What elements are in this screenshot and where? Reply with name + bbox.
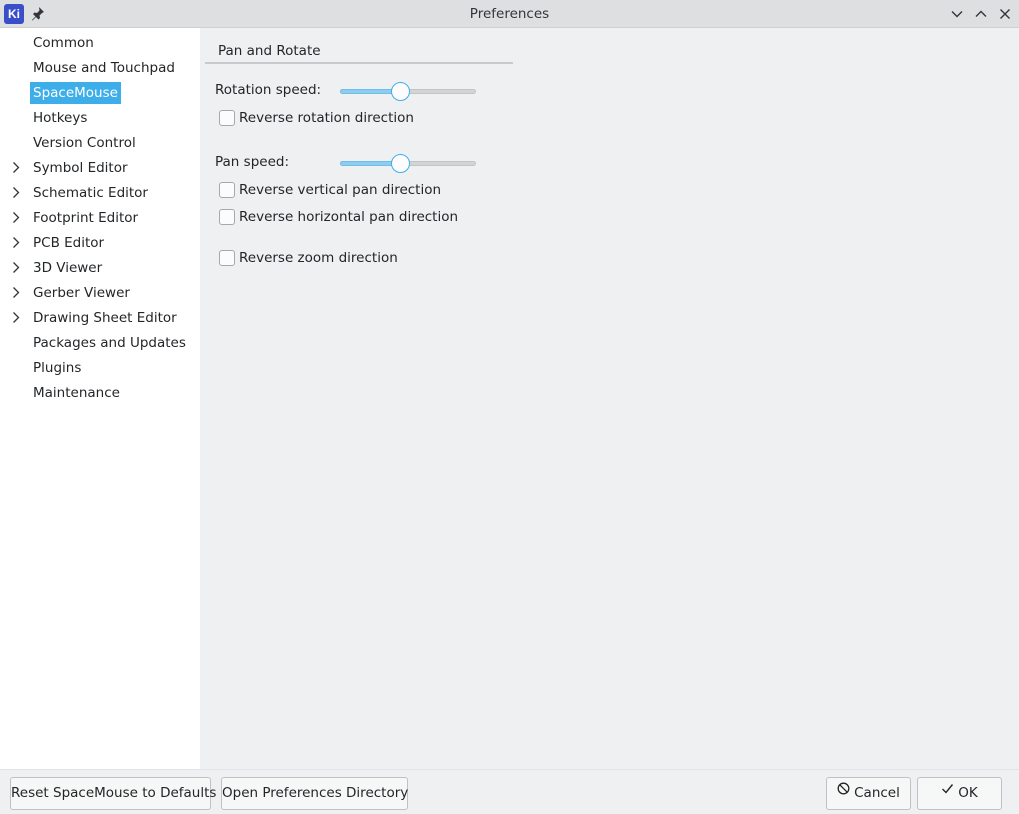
sidebar-item-pcb-editor[interactable]: PCB Editor bbox=[0, 230, 200, 255]
pan-speed-slider[interactable] bbox=[340, 152, 476, 174]
sidebar-item-common[interactable]: Common bbox=[0, 30, 200, 55]
sidebar-item-3d-viewer[interactable]: 3D Viewer bbox=[0, 255, 200, 280]
sidebar-item-label: Drawing Sheet Editor bbox=[33, 310, 177, 326]
sidebar-item-label: Common bbox=[33, 35, 94, 51]
chevron-down-icon bbox=[951, 11, 963, 18]
sidebar-item-version-control[interactable]: Version Control bbox=[0, 130, 200, 155]
chevron-right-icon[interactable] bbox=[10, 161, 22, 174]
close-button[interactable] bbox=[997, 6, 1013, 22]
sidebar-item-label: Symbol Editor bbox=[33, 160, 128, 176]
cancel-button[interactable]: Cancel bbox=[826, 777, 911, 810]
sidebar-item-label: Packages and Updates bbox=[33, 335, 186, 351]
open-preferences-directory-label: Open Preferences Directory bbox=[222, 785, 409, 801]
sidebar-item-drawing-sheet-editor[interactable]: Drawing Sheet Editor bbox=[0, 305, 200, 330]
sidebar-item-label: Maintenance bbox=[33, 385, 120, 401]
section-title: Pan and Rotate bbox=[218, 43, 321, 59]
checkmark-icon bbox=[941, 776, 954, 807]
sidebar-item-plugins[interactable]: Plugins bbox=[0, 355, 200, 380]
sidebar-item-label: Plugins bbox=[33, 360, 82, 376]
window-title: Preferences bbox=[469, 6, 550, 22]
reverse-zoom-label[interactable]: Reverse zoom direction bbox=[239, 248, 398, 268]
sidebar-item-spacemouse[interactable]: SpaceMouse bbox=[0, 80, 200, 105]
chevron-right-icon[interactable] bbox=[10, 261, 22, 274]
spacemouse-panel: Pan and Rotate Rotation speed: Reverse r… bbox=[200, 28, 1019, 769]
sidebar-item-schematic-editor[interactable]: Schematic Editor bbox=[0, 180, 200, 205]
chevron-right-icon[interactable] bbox=[10, 286, 22, 299]
slider-handle[interactable] bbox=[391, 82, 410, 101]
chevron-up-icon bbox=[975, 10, 987, 17]
maximize-button[interactable] bbox=[973, 6, 989, 22]
ok-button[interactable]: OK bbox=[917, 777, 1002, 810]
sidebar-item-footprint-editor[interactable]: Footprint Editor bbox=[0, 205, 200, 230]
sidebar-item-label: Schematic Editor bbox=[33, 185, 148, 201]
sidebar-item-gerber-viewer[interactable]: Gerber Viewer bbox=[0, 280, 200, 305]
open-preferences-directory-button[interactable]: Open Preferences Directory bbox=[221, 777, 408, 810]
reverse-horizontal-pan-checkbox[interactable] bbox=[219, 209, 235, 225]
reverse-zoom-checkbox[interactable] bbox=[219, 250, 235, 266]
ok-label: OK bbox=[958, 785, 978, 801]
sidebar-item-label: PCB Editor bbox=[33, 235, 105, 251]
rotation-speed-slider[interactable] bbox=[340, 80, 476, 102]
sidebar-item-packages-and-updates[interactable]: Packages and Updates bbox=[0, 330, 200, 355]
reverse-horizontal-pan-label[interactable]: Reverse horizontal pan direction bbox=[239, 207, 458, 227]
reverse-rotation-label[interactable]: Reverse rotation direction bbox=[239, 108, 414, 128]
sidebar-item-label: Gerber Viewer bbox=[33, 285, 130, 301]
chevron-right-icon[interactable] bbox=[10, 211, 22, 224]
reset-defaults-label: Reset SpaceMouse to Defaults bbox=[11, 785, 217, 801]
minimize-button[interactable] bbox=[949, 6, 965, 22]
sidebar-item-label: Mouse and Touchpad bbox=[33, 60, 175, 76]
chevron-right-icon[interactable] bbox=[10, 311, 22, 324]
reset-defaults-button[interactable]: Reset SpaceMouse to Defaults bbox=[10, 777, 216, 810]
preferences-tree[interactable]: Common Mouse and Touchpad SpaceMouse Hotkey… bbox=[0, 28, 200, 769]
reverse-rotation-checkbox[interactable] bbox=[219, 110, 235, 126]
rotation-speed-label: Rotation speed: bbox=[215, 82, 322, 98]
reverse-vertical-pan-label[interactable]: Reverse vertical pan direction bbox=[239, 180, 441, 200]
close-icon bbox=[1000, 9, 1010, 19]
sidebar-item-label: Footprint Editor bbox=[33, 210, 139, 226]
dialog-footer: Reset SpaceMouse to Defaults Open Prefer… bbox=[0, 769, 1019, 814]
chevron-right-icon[interactable] bbox=[10, 186, 22, 199]
section-divider bbox=[205, 62, 513, 64]
sidebar-item-symbol-editor[interactable]: Symbol Editor bbox=[0, 155, 200, 180]
sidebar-item-label: Hotkeys bbox=[33, 110, 88, 126]
sidebar-item-label: 3D Viewer bbox=[33, 260, 103, 276]
cancel-label: Cancel bbox=[854, 785, 900, 801]
sidebar-item-label: SpaceMouse bbox=[30, 82, 121, 104]
slider-handle[interactable] bbox=[391, 154, 410, 173]
sidebar-item-hotkeys[interactable]: Hotkeys bbox=[0, 105, 200, 130]
reverse-vertical-pan-checkbox[interactable] bbox=[219, 182, 235, 198]
title-bar[interactable]: Ki Preferences bbox=[0, 0, 1019, 28]
sidebar-item-label: Version Control bbox=[33, 135, 136, 151]
pan-speed-label: Pan speed: bbox=[215, 154, 289, 170]
sidebar-item-maintenance[interactable]: Maintenance bbox=[0, 380, 200, 405]
sidebar-item-mouse-and-touchpad[interactable]: Mouse and Touchpad bbox=[0, 55, 200, 80]
chevron-right-icon[interactable] bbox=[10, 236, 22, 249]
cancel-icon bbox=[837, 776, 850, 807]
